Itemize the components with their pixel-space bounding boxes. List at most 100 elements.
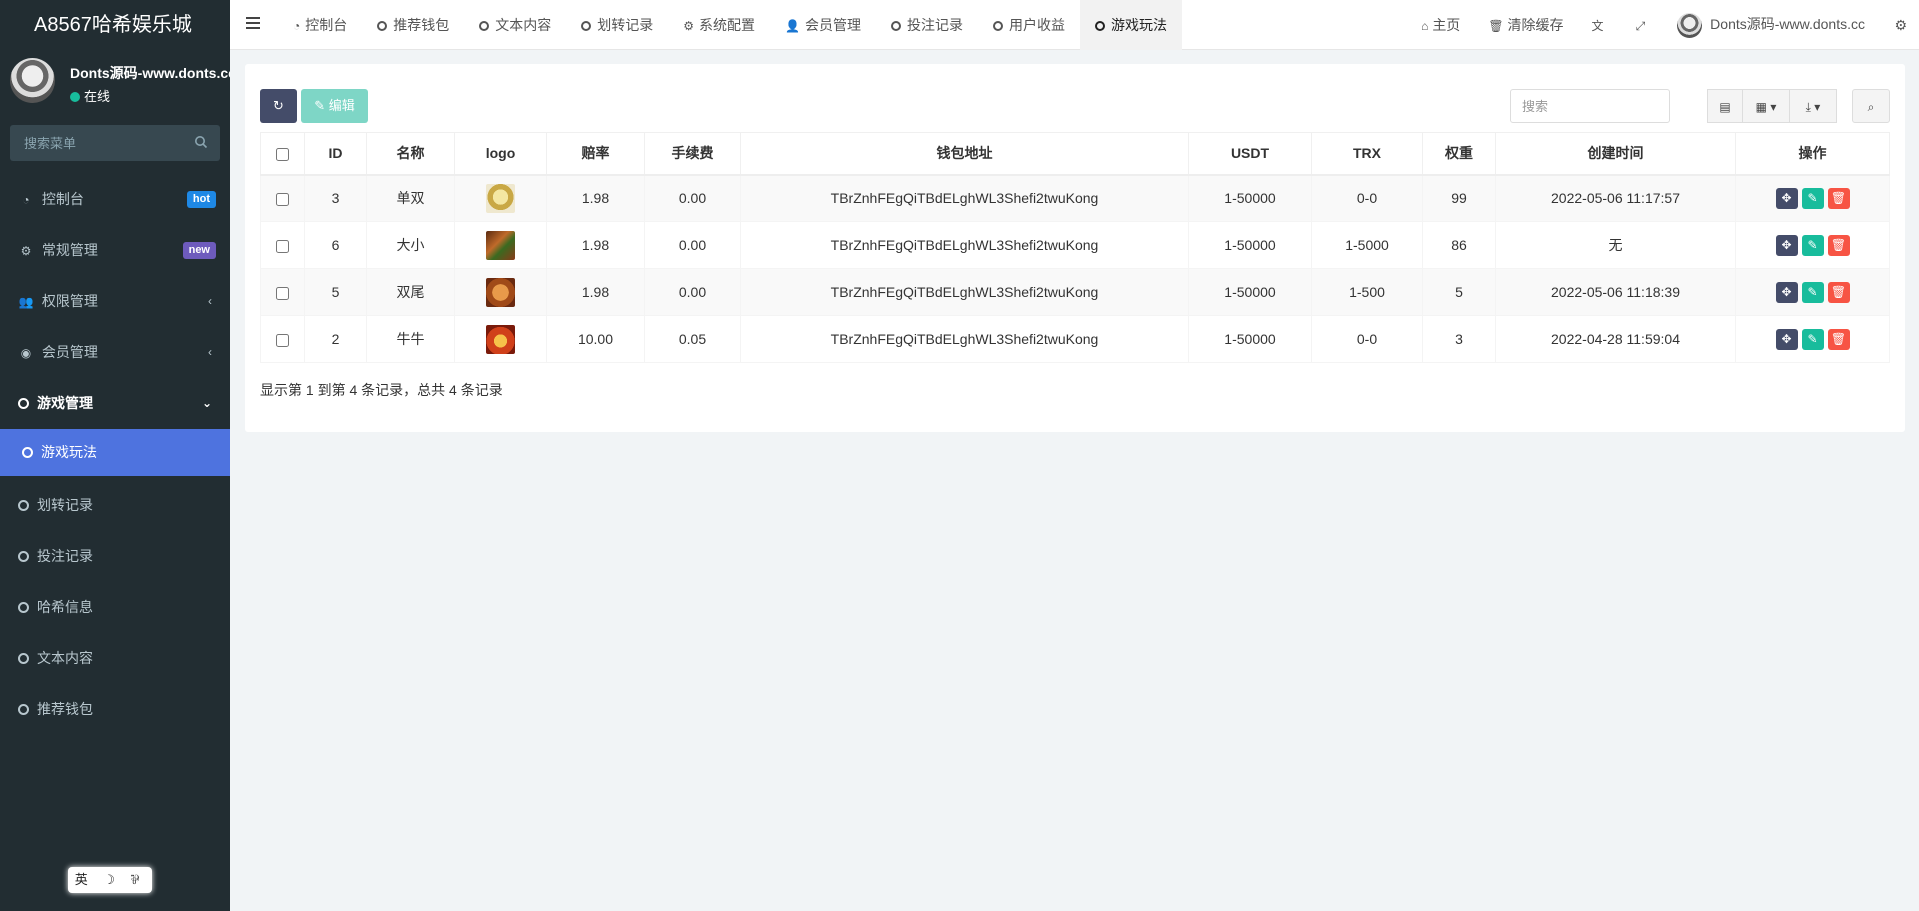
sidebar-item-games[interactable]: 游戏管理 ⌄ [0,378,230,429]
col-header[interactable]: USDT [1188,132,1312,176]
sidebar-item-hash-info[interactable]: 哈希信息 [0,582,230,633]
row-checkbox[interactable] [276,286,289,300]
table-row[interactable]: 5 双尾 1.98 0.00 TBrZnhFEgQiTBdELghWL3Shef… [260,268,1890,316]
table-row[interactable]: 6 大小 1.98 0.00 TBrZnhFEgQiTBdELghWL3Shef… [260,221,1890,269]
tab-label: 控制台 [305,17,348,33]
tab-referral-wallet[interactable]: 推荐钱包 [362,0,464,50]
row-edit-button[interactable]: ✎ [1801,234,1824,256]
sidebar-item-transfer-records[interactable]: 划转记录 [0,480,230,531]
fullscreen-button[interactable]: ⤢ [1622,17,1664,34]
sidebar-item-permissions[interactable]: 👥 权限管理 ‹ [0,276,230,327]
table-row[interactable]: 3 单双 1.98 0.00 TBrZnhFEgQiTBdELghWL3Shef… [260,174,1890,222]
sidebar-item-general[interactable]: ⚙ 常规管理 new [0,225,230,276]
tab-label: 用户收益 [1008,17,1065,33]
col-header[interactable]: 权重 [1422,132,1496,176]
col-header[interactable]: TRX [1311,132,1423,176]
game-logo-image[interactable] [486,230,515,260]
export-button[interactable]: ⤓ ▾ [1789,89,1837,123]
clear-cache-button[interactable]: 🗑 清除缓存 [1474,15,1577,35]
drag-sort-button[interactable]: ✥ [1775,328,1798,350]
col-header[interactable]: ID [304,132,367,176]
tab-label: 会员管理 [804,17,861,33]
table-row[interactable]: 2 牛牛 10.00 0.05 TBrZnhFEgQiTBdELghWL3She… [260,315,1890,363]
home-link[interactable]: ⌂ 主页 [1407,15,1474,35]
data-table: ID 名称 logo 赔率 手续费 钱包地址 USDT TRX 权重 创建时间 … [260,132,1890,363]
menu-toggle-icon[interactable] [246,17,260,29]
settings-gear-icon[interactable]: ⚙ [1894,17,1907,34]
col-header[interactable]: 名称 [366,132,455,176]
table-search-input[interactable] [1510,89,1670,123]
row-delete-button[interactable]: 🗑 [1827,187,1850,209]
refresh-button[interactable]: ↻ [260,89,297,123]
row-delete-button[interactable]: 🗑 [1827,234,1850,256]
user-menu-label: Donts源码-www.donts.cc [1710,15,1865,32]
cell-fee: 0.05 [644,315,741,363]
tab-game-rules[interactable]: 游戏玩法 [1079,0,1182,50]
select-all-checkbox[interactable] [276,148,289,162]
language-widget[interactable]: 英 ☽ ⅌ [68,867,152,893]
sidebar-item-bet-records[interactable]: 投注记录 [0,531,230,582]
circle-icon [479,21,490,31]
tab-transfer-records[interactable]: 划转记录 [566,0,668,50]
col-header[interactable]: logo [454,132,547,176]
drag-sort-button[interactable]: ✥ [1775,281,1798,303]
row-edit-button[interactable]: ✎ [1801,328,1824,350]
app-logo[interactable]: A8567哈希娱乐城 [0,0,230,50]
search-icon[interactable] [194,135,208,149]
toggle-view-button[interactable]: ▤ [1707,89,1743,123]
circle-icon [18,602,29,613]
drag-sort-button[interactable]: ✥ [1775,187,1798,209]
user-panel: Donts源码-www.donts.cc 在线 [0,50,230,122]
export-icon: ⤓ ▾ [1805,100,1821,114]
game-logo-image[interactable] [486,277,515,307]
col-header[interactable]: 手续费 [644,132,741,176]
col-header[interactable]: 钱包地址 [740,132,1189,176]
cell-fee: 0.00 [644,174,741,222]
circle-icon [22,447,33,458]
sidebar-item-referral-wallet[interactable]: 推荐钱包 [0,684,230,735]
tab-dashboard[interactable]: ◔ 控制台 [278,0,362,50]
sidebar-item-label: 会员管理 [41,344,98,360]
tab-system-config[interactable]: ⚙ 系统配置 [668,0,770,50]
advanced-search-button[interactable]: ⌕ [1852,89,1890,123]
drag-sort-button[interactable]: ✥ [1775,234,1798,256]
col-header[interactable]: 赔率 [546,132,645,176]
sidebar-search-input[interactable] [10,125,220,161]
circle-icon [377,21,388,31]
row-delete-button[interactable]: 🗑 [1827,281,1850,303]
row-checkbox[interactable] [276,333,289,347]
circle-icon [18,398,29,409]
translate-button[interactable]: 文 [1578,17,1622,34]
sidebar-item-members[interactable]: ◉ 会员管理 ‹ [0,327,230,378]
sidebar-item-text-content[interactable]: 文本内容 [0,633,230,684]
cell-fee: 0.00 [644,221,741,269]
tab-members[interactable]: 👤 会员管理 [770,0,876,50]
tab-label: 文本内容 [495,17,552,33]
cell-usdt: 1-50000 [1188,268,1312,316]
cell-trx: 0-0 [1311,315,1423,363]
sidebar-item-label: 游戏管理 [37,395,93,411]
sidebar-item-game-rules[interactable]: 游戏玩法 [0,429,230,476]
tab-user-earnings[interactable]: 用户收益 [978,0,1080,50]
tab-text-content[interactable]: 文本内容 [464,0,566,50]
edit-button[interactable]: ✎ 编辑 [301,89,368,123]
row-edit-button[interactable]: ✎ [1801,187,1824,209]
col-header[interactable]: 创建时间 [1495,132,1736,176]
trash-icon: 🗑 [1488,19,1504,33]
user-menu[interactable]: Donts源码-www.donts.cc [1663,12,1879,38]
row-edit-button[interactable]: ✎ [1801,281,1824,303]
row-checkbox[interactable] [276,193,289,207]
tab-bet-records[interactable]: 投注记录 [876,0,978,50]
sidebar-menu: ◔ 控制台 hot ⚙ 常规管理 new 👥 权限管理 ‹ ◉ 会员管理 ‹ 游… [0,174,230,735]
user-icon: 👤 [785,19,800,33]
sidebar-item-dashboard[interactable]: ◔ 控制台 hot [0,174,230,225]
dashboard-icon: ◔ [293,19,301,33]
row-delete-button[interactable]: 🗑 [1827,328,1850,350]
game-logo-image[interactable] [486,183,515,213]
columns-button[interactable]: ▦ ▾ [1742,89,1790,123]
game-logo-image[interactable] [486,324,515,354]
main-panel: ↻ ✎ 编辑 ▤ ▦ ▾ ⤓ ▾ ⌕ ID 名称 logo 赔率 手续费 钱包地… [245,64,1905,432]
row-select-cell [260,174,305,222]
row-checkbox[interactable] [276,239,289,253]
cell-odds: 1.98 [546,268,645,316]
